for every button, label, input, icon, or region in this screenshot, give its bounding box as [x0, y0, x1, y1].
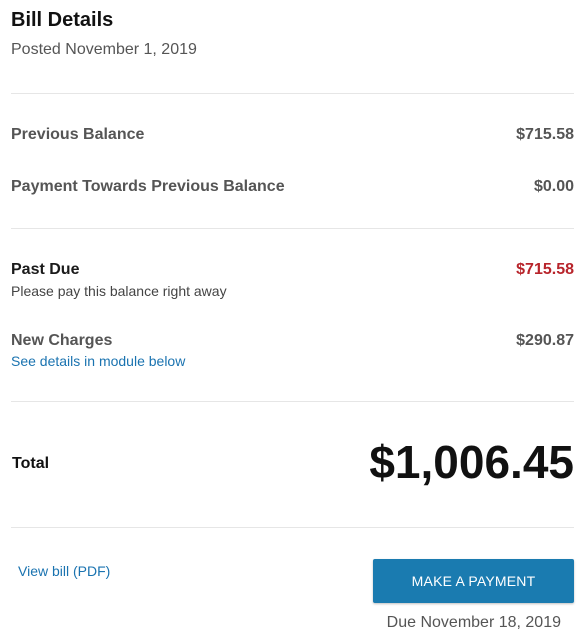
- past-due-label: Past Due: [11, 261, 80, 278]
- new-charges-label: New Charges: [11, 332, 113, 349]
- total-amount: $1,006.45: [369, 436, 574, 488]
- divider: [11, 401, 574, 402]
- divider: [11, 93, 574, 94]
- divider: [11, 228, 574, 229]
- previous-balance-amount: $715.58: [516, 126, 574, 143]
- page-title: Bill Details: [11, 9, 114, 31]
- make-payment-button[interactable]: MAKE A PAYMENT: [373, 559, 574, 603]
- new-charges-amount: $290.87: [516, 332, 574, 349]
- divider: [11, 527, 574, 528]
- posted-date: Posted November 1, 2019: [11, 41, 197, 58]
- view-bill-pdf-link[interactable]: View bill (PDF): [18, 563, 110, 579]
- past-due-amount: $715.58: [516, 261, 574, 278]
- past-due-note: Please pay this balance right away: [11, 283, 227, 299]
- previous-balance-label: Previous Balance: [11, 126, 145, 143]
- total-label: Total: [12, 455, 50, 472]
- see-details-link[interactable]: See details in module below: [11, 353, 185, 369]
- payment-towards-amount: $0.00: [533, 178, 574, 195]
- payment-towards-label: Payment Towards Previous Balance: [11, 178, 285, 195]
- due-date: Due November 18, 2019: [386, 614, 561, 631]
